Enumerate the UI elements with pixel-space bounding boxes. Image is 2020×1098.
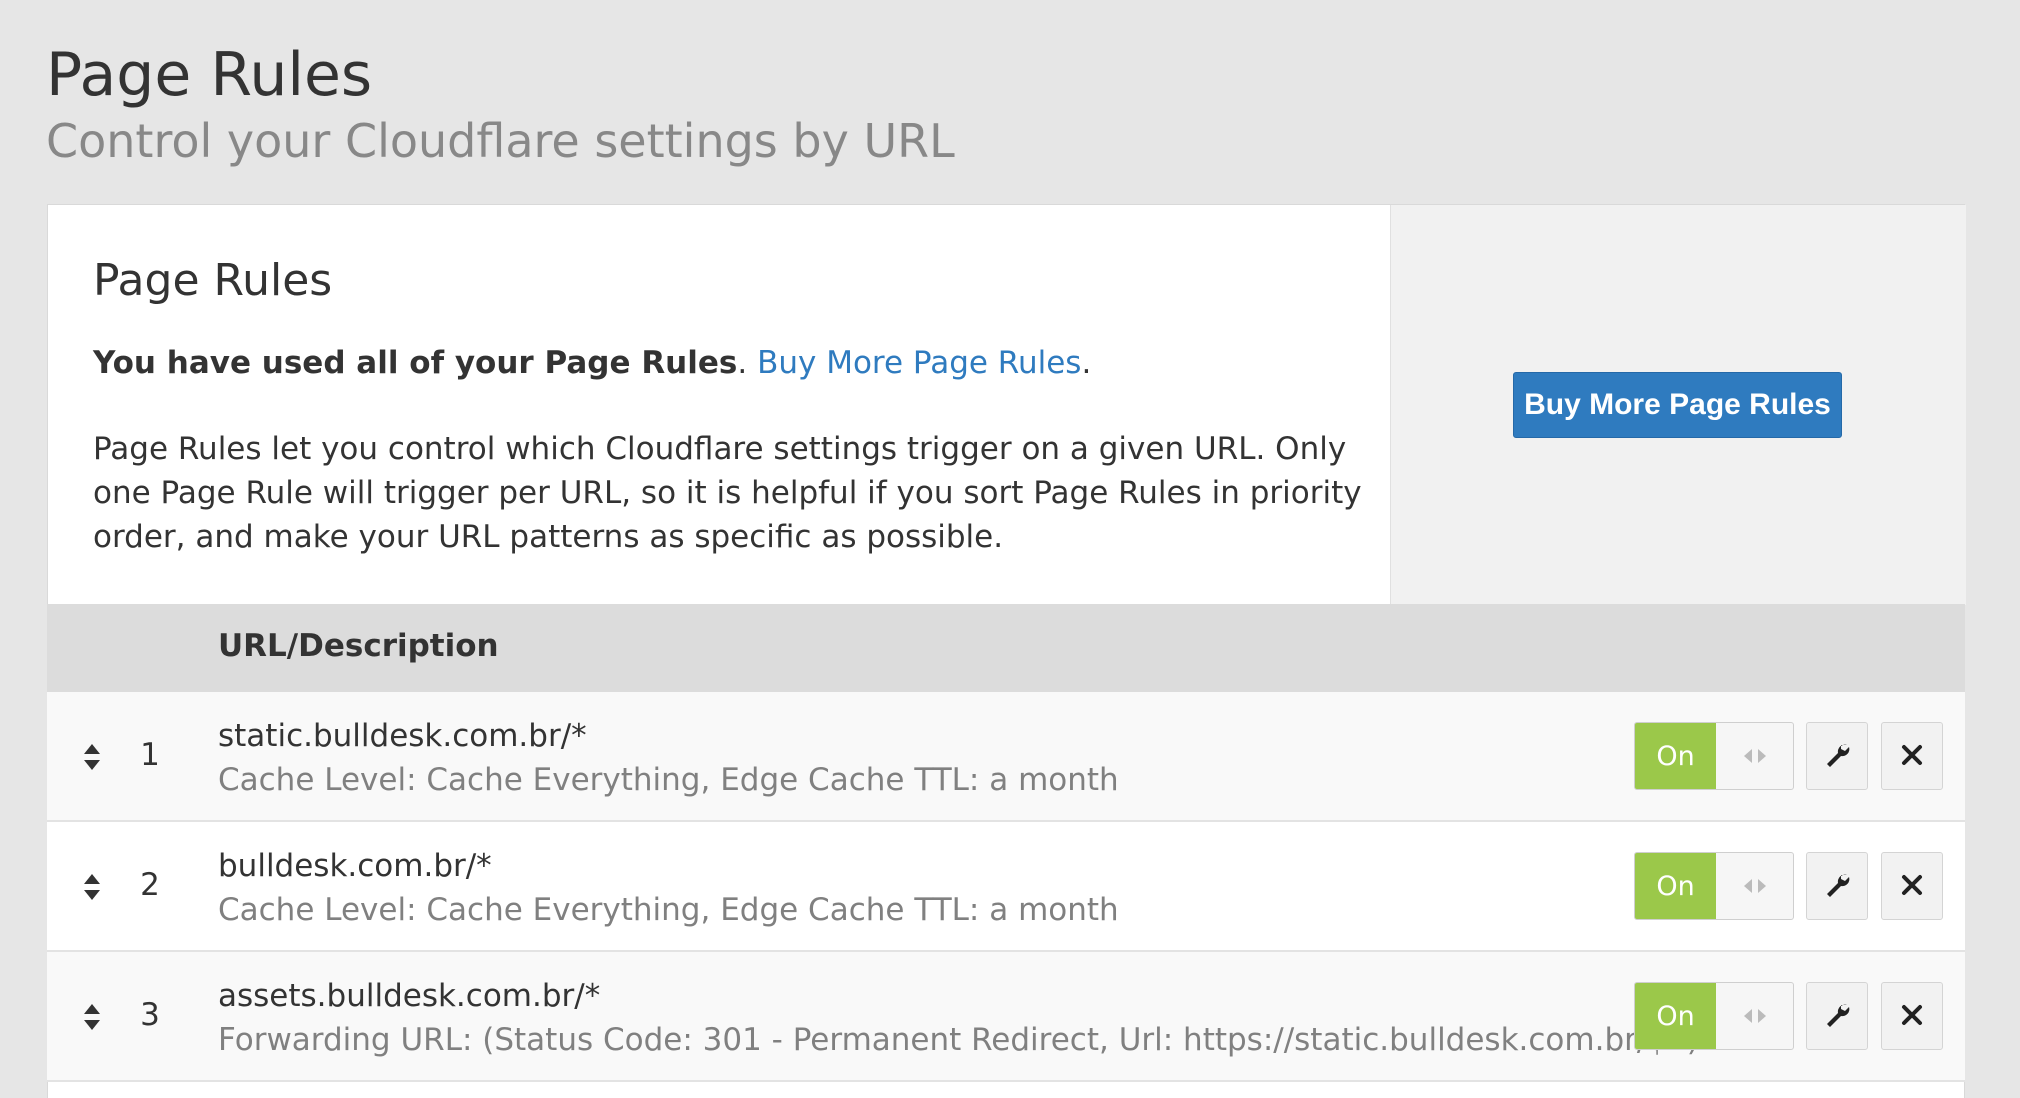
close-icon (1900, 743, 1924, 770)
card-heading: Page Rules (93, 255, 333, 306)
toggle-on-label: On (1635, 983, 1716, 1049)
rule-status-toggle[interactable]: On (1634, 852, 1794, 920)
rule-priority: 1 (140, 737, 160, 773)
card-info-panel: Page Rules You have used all of your Pag… (48, 205, 1391, 605)
page-title: Page Rules (46, 40, 373, 110)
edit-rule-button[interactable] (1806, 982, 1868, 1050)
table-row: 1 static.bulldesk.com.br/* Cache Level: … (47, 692, 1965, 822)
page-rules-list: 1 static.bulldesk.com.br/* Cache Level: … (47, 692, 1965, 1082)
rule-url: assets.bulldesk.com.br/* (218, 978, 601, 1014)
usage-notice: You have used all of your Page Rules. Bu… (93, 338, 1091, 388)
delete-rule-button[interactable] (1881, 852, 1943, 920)
table-row: 2 bulldesk.com.br/* Cache Level: Cache E… (47, 822, 1965, 952)
usage-warning: You have used all of your Page Rules (93, 345, 738, 381)
buy-more-page-rules-button[interactable]: Buy More Page Rules (1513, 372, 1842, 438)
buy-more-link[interactable]: Buy More Page Rules (757, 345, 1081, 381)
rule-priority: 2 (140, 867, 160, 903)
rule-settings: Cache Level: Cache Everything, Edge Cach… (218, 762, 1119, 798)
edit-rule-button[interactable] (1806, 722, 1868, 790)
close-icon (1900, 1003, 1924, 1030)
wrench-icon (1823, 741, 1851, 772)
page-rules-page: Page Rules Control your Cloudflare setti… (0, 0, 2020, 1098)
wrench-icon (1823, 1001, 1851, 1032)
wrench-icon (1823, 871, 1851, 902)
table-header: URL/Description (47, 604, 1965, 692)
column-header-url: URL/Description (218, 628, 499, 664)
rule-status-toggle[interactable]: On (1634, 722, 1794, 790)
double-chevron-icon (1716, 853, 1793, 919)
usage-end: . (1081, 345, 1092, 381)
toggle-on-label: On (1635, 853, 1716, 919)
rule-settings: Cache Level: Cache Everything, Edge Cach… (218, 892, 1119, 928)
card-description: Page Rules let you control which Cloudfl… (93, 431, 1362, 555)
page-subtitle: Control your Cloudflare settings by URL (46, 114, 955, 168)
rule-status-toggle[interactable]: On (1634, 982, 1794, 1050)
rule-priority: 3 (140, 997, 160, 1033)
rule-settings: Forwarding URL: (Status Code: 301 - Perm… (218, 1022, 1699, 1058)
usage-separator: . (737, 345, 758, 381)
toggle-on-label: On (1635, 723, 1716, 789)
delete-rule-button[interactable] (1881, 722, 1943, 790)
rule-url: static.bulldesk.com.br/* (218, 718, 587, 754)
edit-rule-button[interactable] (1806, 852, 1868, 920)
double-chevron-icon (1716, 983, 1793, 1049)
table-row: 3 assets.bulldesk.com.br/* Forwarding UR… (47, 952, 1965, 1082)
sort-arrows-icon[interactable] (82, 742, 102, 772)
close-icon (1900, 873, 1924, 900)
double-chevron-icon (1716, 723, 1793, 789)
sort-arrows-icon[interactable] (82, 1002, 102, 1032)
sort-arrows-icon[interactable] (82, 872, 102, 902)
rule-url: bulldesk.com.br/* (218, 848, 492, 884)
delete-rule-button[interactable] (1881, 982, 1943, 1050)
